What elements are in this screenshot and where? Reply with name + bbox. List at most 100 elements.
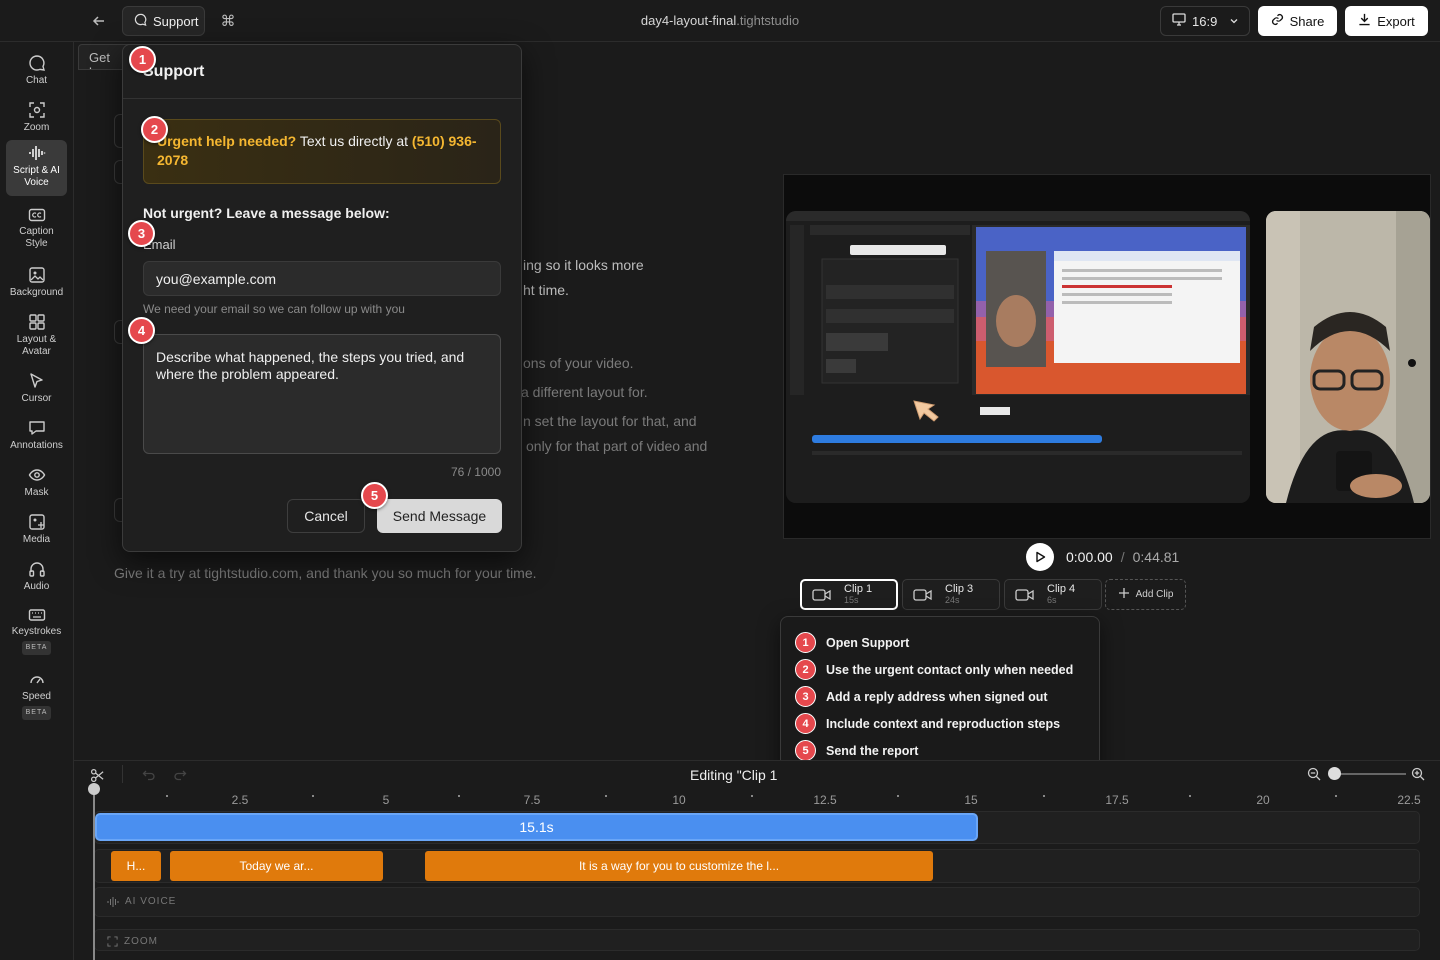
step-marker: 3 [128,220,155,247]
caption-segment[interactable]: Today we ar... [170,851,383,881]
sidebar-item-label: Chat [25,75,48,86]
video-camera-icon [812,588,831,601]
sidebar-item-mask[interactable]: Mask [6,462,67,506]
video-segment[interactable]: 15.1s [95,813,978,841]
zoom-track [94,929,1420,951]
sidebar-item-label: Background [9,287,64,298]
clip-tile[interactable]: Clip 3 24s [902,579,1000,610]
step-text: Add a reply address when signed out [826,689,1048,704]
zoom-icon [28,102,45,118]
caption-segment[interactable]: It is a way for you to customize the l..… [425,851,933,881]
sidebar-item-keystrokes[interactable]: Keystrokes BETA [6,603,67,661]
sidebar-item-media[interactable]: Media [6,509,67,553]
clip-length: 6s [1047,595,1057,605]
export-label: Export [1377,13,1415,29]
zoom-out-icon[interactable] [1306,766,1322,782]
sidebar-item-label: Layout & Avatar [16,334,57,357]
video-preview[interactable] [783,174,1431,539]
command-icon[interactable]: ⌘ [216,9,240,33]
modal-divider [123,98,521,99]
document-title: day4-layout-final.tightstudio [560,13,880,28]
urgent-text: Text us directly at [296,133,412,149]
step-marker: 1 [129,46,156,73]
clip-tile[interactable]: Clip 1 15s [800,579,898,610]
ruler-tick-label: 7.5 [523,793,541,807]
zoom-in-icon[interactable] [1410,766,1426,782]
monitor-icon [1172,13,1186,29]
playhead[interactable] [93,789,95,960]
cancel-button[interactable]: Cancel [287,499,365,533]
add-clip-button[interactable]: Add Clip [1105,579,1186,610]
sidebar-item-label: Caption Style [19,226,54,249]
support-button[interactable]: Support [122,6,205,36]
step-marker: 2 [141,116,168,143]
back-arrow-icon[interactable] [86,9,112,33]
sidebar-item-zoom[interactable]: Zoom [6,97,67,141]
step-marker: 5 [361,482,388,509]
download-icon [1358,13,1371,29]
steps-panel: 1 Open Support 2 Use the urgent contact on… [780,616,1100,777]
caption-segment[interactable]: H... [111,851,161,881]
zoom-slider-handle[interactable] [1328,767,1341,780]
sidebar-item-background[interactable]: Background [6,262,67,306]
play-button[interactable] [1026,543,1054,571]
step-text: Open Support [826,635,910,650]
undo-icon[interactable] [140,766,158,784]
sidebar-item-layout-avatar[interactable]: Layout & Avatar [6,309,67,361]
sidebar-item-chat[interactable]: Chat [6,50,67,94]
sidebar-item-annotations[interactable]: Annotations [6,415,67,459]
top-bar: Support ⌘ day4-layout-final.tightstudio … [0,0,1440,42]
document-text: ons of your video. [523,355,634,371]
ruler-dot [312,795,314,797]
sidebar-item-script-ai-voice[interactable]: Script & AI Voice [6,140,67,196]
image-icon [28,267,45,283]
step-number: 5 [795,740,816,761]
aspect-ratio-select[interactable]: 16:9 [1160,6,1250,36]
beta-badge: BETA [21,706,52,720]
clip-length: 24s [945,595,960,605]
redo-icon[interactable] [171,766,189,784]
clip-name: Clip 4 [1047,583,1076,595]
timeline: Editing "Clip 1 2.5 5 7.5 10 12.5 15 17.… [74,760,1440,960]
sidebar-item-audio[interactable]: Audio [6,556,67,600]
ruler-dot [166,795,168,797]
chat-bubble-icon [134,13,147,29]
zoom-slider-track[interactable] [1336,773,1406,775]
export-button[interactable]: Export [1345,6,1428,36]
sidebar-item-caption-style[interactable]: Caption Style [6,203,67,255]
annotation-icon [28,421,45,435]
document-text: ht time. [523,282,569,298]
character-counter: 76 / 1000 [450,465,501,479]
ai-voice-label: AI VOICE [125,896,177,907]
time-separator: / [1120,549,1125,565]
email-field[interactable] [143,261,501,296]
sidebar-item-cursor[interactable]: Cursor [6,368,67,412]
playhead-handle[interactable] [88,783,100,795]
send-message-button[interactable]: Send Message [377,499,502,533]
zoom-track-label: ZOOM [107,936,158,947]
zoom-label: ZOOM [124,936,158,947]
support-label: Support [153,13,199,29]
webcam-thumbnail [1266,211,1430,503]
sidebar-item-label: Zoom [23,122,50,133]
beta-badge: BETA [21,641,52,655]
message-field[interactable]: Describe what happened, the steps you tr… [143,334,501,454]
ruler-tick-label: 12.5 [813,793,837,807]
layout-grid-icon [28,314,45,330]
clip-name: Clip 3 [945,583,974,595]
media-icon [28,514,45,530]
video-camera-icon [1015,588,1034,601]
scissors-icon[interactable] [88,766,106,784]
ai-voice-track [94,887,1420,917]
sidebar-item-speed[interactable]: Speed BETA [6,666,67,724]
document-text: only for that part of video and [526,438,708,454]
link-icon [1271,13,1284,29]
step-item: 2 Use the urgent contact only when needed [795,659,1073,680]
document-closing-text: Give it a try at tightstudio.com, and th… [114,565,537,581]
screen-recording-thumbnail [786,211,1250,503]
ruler-dot [605,795,607,797]
headphones-icon [28,562,45,577]
clip-tile[interactable]: Clip 4 6s [1004,579,1102,610]
share-button[interactable]: Share [1258,6,1337,36]
document-extension: .tightstudio [736,13,800,28]
